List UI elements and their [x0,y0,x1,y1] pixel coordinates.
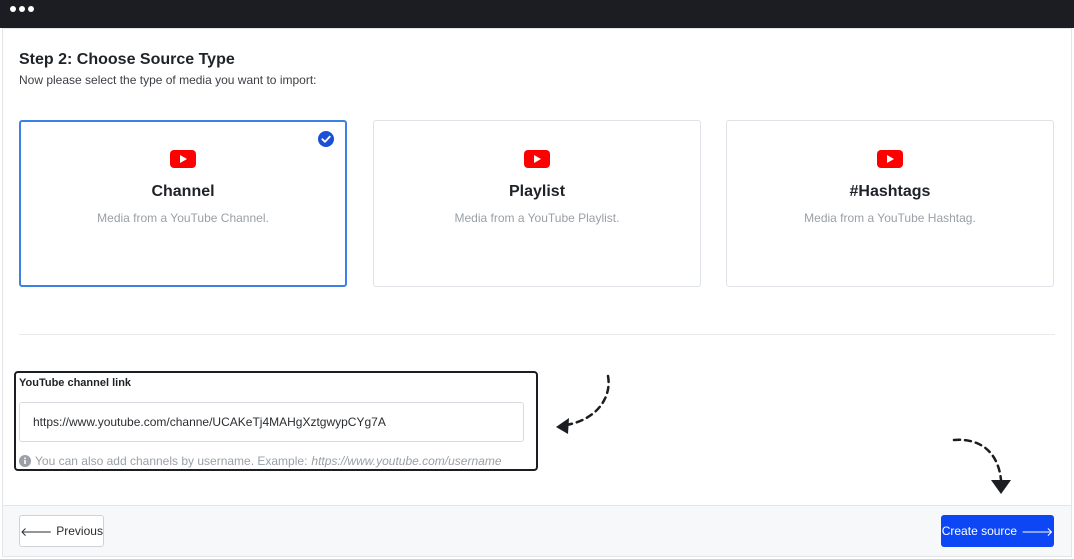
window-dots [10,6,34,12]
arrow-left-icon: 🡐 [20,524,53,539]
window-dot [19,6,25,12]
page-title: Step 2: Choose Source Type [19,51,235,68]
source-card-title: Channel [151,183,215,200]
wizard-panel [2,28,1072,557]
window-dot [28,6,34,12]
source-card-description: Media from a YouTube Channel. [97,211,269,225]
source-card-channel[interactable]: Channel Media from a YouTube Channel. [19,120,347,287]
source-card-hashtags[interactable]: #Hashtags Media from a YouTube Hashtag. [726,120,1054,287]
channel-link-label: YouTube channel link [19,377,132,389]
window-titlebar [0,0,1074,28]
previous-button-label: Previous [56,524,103,538]
hint-text: You can also add channels by username. E… [35,454,308,468]
hint-example: https://www.youtube.com/username [311,454,502,468]
window-dot [10,6,16,12]
youtube-icon [524,150,550,168]
info-icon [19,455,31,467]
source-card-description: Media from a YouTube Hashtag. [804,211,976,225]
page-subtitle: Now please select the type of media you … [19,73,317,87]
checkmark-icon [318,131,334,147]
create-source-button-label: Create source [941,524,1018,538]
pointer-arrow-icon [556,374,610,434]
create-source-button[interactable]: Create source 🡒 [941,515,1054,547]
pointer-arrow-icon [952,438,1011,494]
source-card-playlist[interactable]: Playlist Media from a YouTube Playlist. [373,120,701,287]
source-card-description: Media from a YouTube Playlist. [454,211,620,225]
youtube-icon [877,150,903,168]
youtube-icon [170,150,196,168]
previous-button[interactable]: 🡐 Previous [19,515,104,547]
channel-link-input[interactable] [19,402,524,442]
channel-link-hint: You can also add channels by username. E… [19,454,502,468]
arrow-right-icon: 🡒 [1021,524,1054,539]
source-card-title: Playlist [508,183,566,200]
section-divider [19,334,1055,335]
wizard-footer [3,505,1071,556]
source-card-title: #Hashtags [849,183,931,200]
